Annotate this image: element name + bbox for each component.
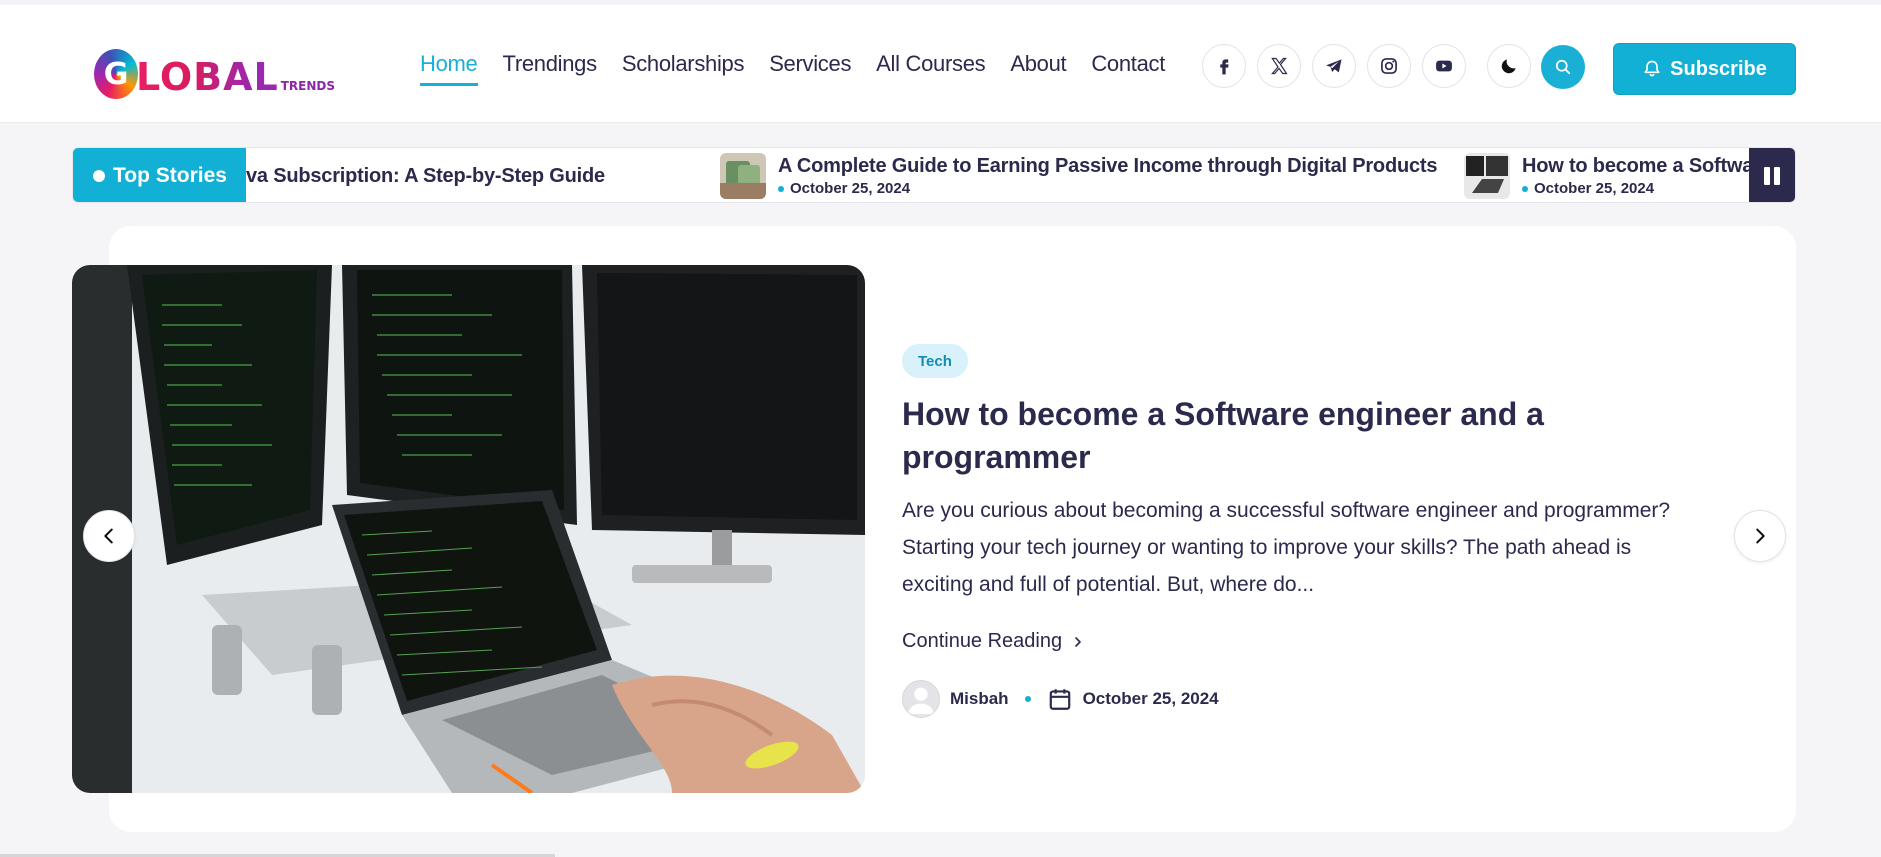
- continue-reading-label: Continue Reading: [902, 630, 1063, 652]
- search-button[interactable]: [1541, 45, 1585, 89]
- slider-next-button[interactable]: [1734, 510, 1786, 562]
- moon-icon[interactable]: [1487, 44, 1531, 88]
- ticker-item-date: October 25, 2024: [1522, 180, 1756, 197]
- facebook-icon[interactable]: [1202, 44, 1246, 88]
- x-twitter-icon[interactable]: [1257, 44, 1301, 88]
- logo-wordmark: LOBAL: [136, 55, 279, 99]
- subscribe-label: Subscribe: [1670, 57, 1767, 80]
- author-name[interactable]: Misbah: [950, 689, 1009, 709]
- logo-subtext: TRENDS: [280, 79, 336, 93]
- youtube-icon[interactable]: [1422, 44, 1466, 88]
- ticker-thumbnail[interactable]: [1464, 153, 1510, 199]
- featured-photo: [72, 265, 865, 793]
- chevron-right-icon: [1075, 636, 1081, 647]
- live-dot: [93, 170, 105, 182]
- post-date: October 25, 2024: [1082, 689, 1219, 708]
- continue-reading-link[interactable]: Continue Reading: [902, 630, 1086, 653]
- post-meta: Misbah October 25, 2024: [902, 679, 1219, 719]
- top-stories-ticker: Top Stories va Subscription: A Step-by-S…: [72, 147, 1796, 203]
- ticker-item-title[interactable]: A Complete Guide to Earning Passive Inco…: [778, 155, 1437, 178]
- meta-separator: [1024, 696, 1031, 702]
- nav-services[interactable]: Services: [769, 51, 851, 86]
- calendar-icon: [1049, 689, 1070, 710]
- nav-about[interactable]: About: [1010, 51, 1066, 86]
- category-tag[interactable]: Tech: [902, 344, 968, 378]
- nav-contact[interactable]: Contact: [1091, 51, 1165, 86]
- pause-button[interactable]: [1749, 148, 1795, 202]
- author-avatar[interactable]: [902, 680, 940, 718]
- ticker-label-text: Top Stories: [113, 164, 227, 187]
- ticker-item-title[interactable]: va Subscription: A Step-by-Step Guide: [246, 165, 605, 188]
- ticker-item[interactable]: A Complete Guide to Earning Passive Inco…: [720, 148, 1437, 202]
- subscribe-button[interactable]: Subscribe: [1613, 43, 1796, 95]
- logo-mark: G: [94, 49, 138, 99]
- site-logo[interactable]: G LOBAL TRENDS: [94, 39, 335, 99]
- nav-home[interactable]: Home: [420, 51, 478, 86]
- nav-trendings[interactable]: Trendings: [503, 51, 598, 86]
- ticker-item[interactable]: va Subscription: A Step-by-Step Guide: [246, 148, 605, 202]
- bell-icon: [1644, 60, 1660, 77]
- instagram-icon[interactable]: [1367, 44, 1411, 88]
- post-excerpt: Are you curious about becoming a success…: [902, 499, 1671, 596]
- site-header: G LOBAL TRENDS Home Trendings Scholarshi…: [0, 5, 1881, 123]
- ticker-item-date: October 25, 2024: [778, 180, 1437, 197]
- nav-scholarships[interactable]: Scholarships: [622, 51, 745, 86]
- chevron-left-icon: [104, 528, 113, 544]
- telegram-icon[interactable]: [1312, 44, 1356, 88]
- post-title[interactable]: How to become a Software engineer and a …: [902, 393, 1622, 479]
- social-links: [1202, 44, 1466, 88]
- search-icon: [1555, 59, 1571, 75]
- pause-icon: [1764, 167, 1770, 185]
- ticker-item-title[interactable]: How to become a Software engi: [1522, 155, 1756, 178]
- chevron-right-icon: [1756, 528, 1765, 544]
- ticker-thumbnail[interactable]: [720, 153, 766, 199]
- featured-image[interactable]: [72, 265, 865, 793]
- ticker-label: Top Stories: [73, 148, 246, 202]
- nav-all-courses[interactable]: All Courses: [876, 51, 985, 86]
- ticker-track: va Subscription: A Step-by-Step Guide A …: [246, 148, 1756, 202]
- ticker-item[interactable]: How to become a Software engi October 25…: [1464, 148, 1756, 202]
- main-nav: Home Trendings Scholarships Services All…: [420, 51, 1165, 86]
- slider-prev-button[interactable]: [83, 510, 135, 562]
